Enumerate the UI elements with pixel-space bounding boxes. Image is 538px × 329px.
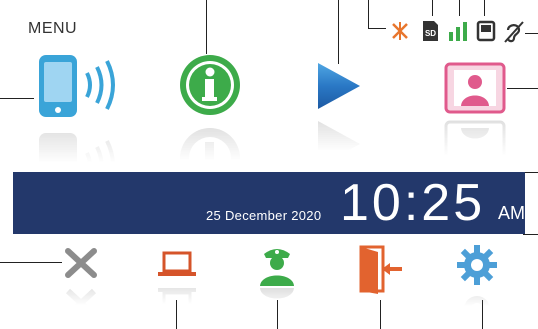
callout-line: [368, 0, 369, 28]
menu-title: MENU: [28, 20, 78, 37]
contacts-icon[interactable]: [444, 62, 506, 114]
hearing-loop-icon: [503, 20, 525, 44]
settings-gear-icon[interactable]: [456, 244, 498, 286]
callout-line: [0, 98, 34, 99]
callout-line: [0, 262, 62, 263]
callout-line: [176, 300, 177, 329]
information-icon[interactable]: [177, 52, 243, 118]
concierge-icon[interactable]: [254, 244, 300, 286]
sd-card-label: SD: [425, 29, 436, 38]
clock-ampm: AM: [498, 203, 525, 223]
clock-time: 10:25: [340, 174, 486, 232]
sd-card-icon: SD: [420, 20, 440, 42]
callout-line: [507, 88, 538, 89]
callout-line: [482, 300, 483, 329]
close-icon[interactable]: [62, 245, 100, 281]
callout-line: [459, 0, 460, 16]
callout-line: [484, 0, 485, 16]
clock-date: 25 December 2020: [206, 208, 322, 223]
intercom-icon[interactable]: [33, 51, 133, 123]
callout-line: [206, 0, 207, 54]
clock-band: 25 December 2020 10:25 AM: [13, 172, 525, 234]
callout-line: [432, 0, 433, 16]
callout-line: [523, 172, 538, 173]
laptop-icon[interactable]: [156, 250, 198, 280]
callout-line: [380, 300, 381, 329]
exit-door-icon[interactable]: [358, 244, 404, 294]
memory-card-icon: [476, 20, 496, 42]
signal-strength-icon: [447, 20, 471, 42]
callout-line: [338, 0, 339, 64]
callout-line: [525, 33, 538, 34]
intercom-menu-screen: MENU SD 25 December 2020 10:25 AM: [0, 0, 538, 329]
callout-line: [368, 28, 386, 29]
playback-icon[interactable]: [316, 61, 362, 111]
no-connection-icon: [390, 21, 410, 41]
callout-line: [277, 300, 278, 329]
callout-line: [523, 234, 538, 235]
